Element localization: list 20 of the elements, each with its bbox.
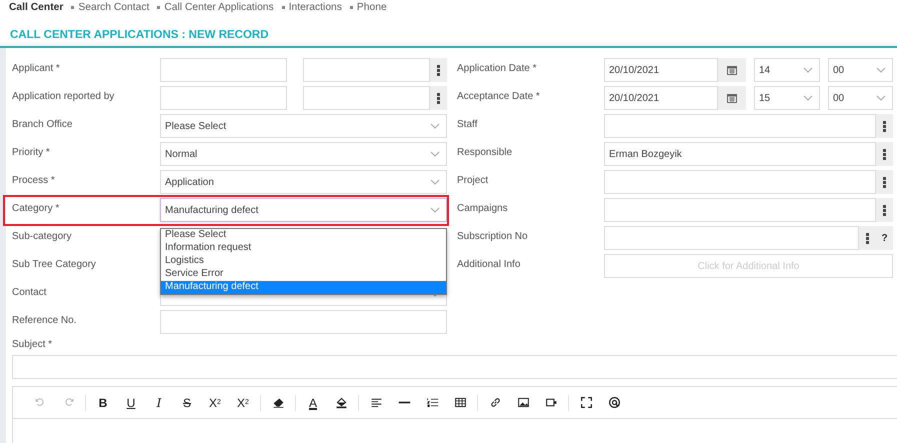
field-label: Application reported by <box>12 90 116 104</box>
field-label: Priority * <box>12 146 51 160</box>
field-label: Sub Tree Category <box>12 258 97 272</box>
field-label: Reference No. <box>12 314 78 328</box>
field-label: Subscription No <box>457 230 529 244</box>
field-label: Process * <box>12 174 56 188</box>
page-title: CALL CENTER APPLICATIONS : NEW RECORD <box>10 29 269 41</box>
field-label: Applicant * <box>12 62 61 76</box>
field-label: Branch Office <box>12 118 74 132</box>
field-label: Responsible <box>457 146 514 160</box>
field-label: Acceptance Date * <box>457 90 541 104</box>
field-label: Application Date * <box>457 62 538 76</box>
field-label: Subject * <box>12 339 54 352</box>
field-label: Campaigns <box>457 202 509 216</box>
field-label: Contact <box>12 286 48 300</box>
field-label: Project <box>457 174 490 188</box>
field-label: Category * <box>12 202 60 216</box>
field-label: Sub-category <box>12 230 72 244</box>
field-label: Staff <box>457 118 478 132</box>
field-label: Additional Info <box>457 258 522 272</box>
